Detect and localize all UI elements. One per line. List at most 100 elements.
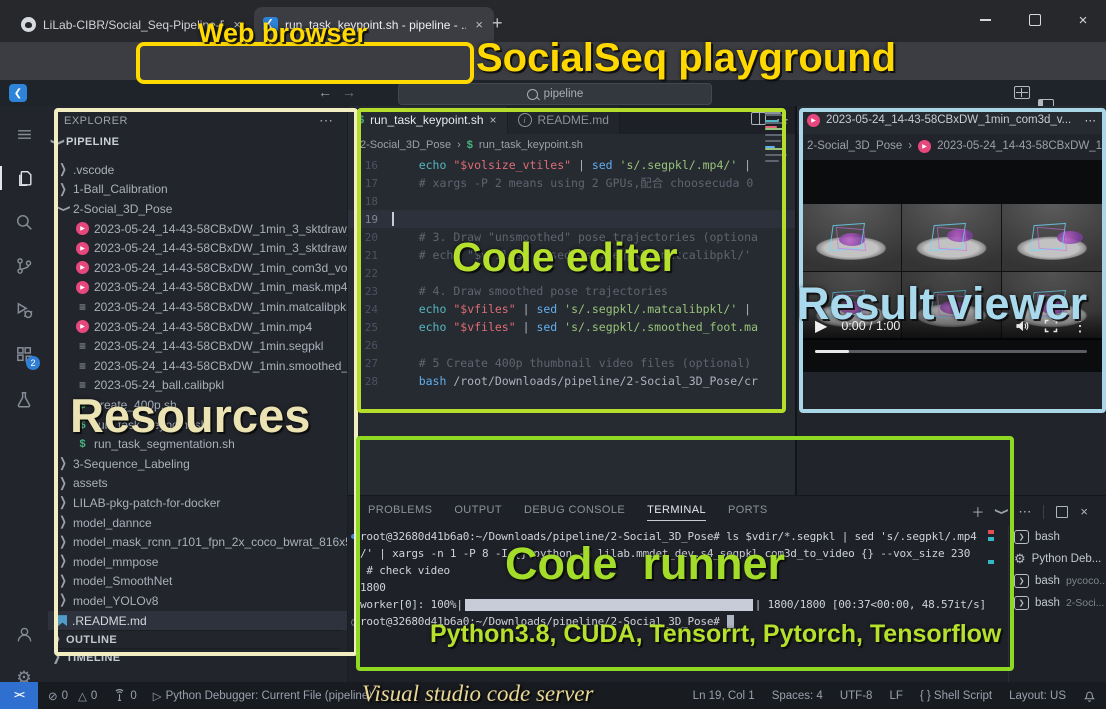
window-close-button[interactable]: ×	[1060, 0, 1106, 40]
debugger-status[interactable]: ▷ Python Debugger: Current File (pipelin…	[153, 689, 372, 703]
tree-item[interactable]: $create_400p.sh	[48, 395, 347, 415]
fullscreen-icon[interactable]	[1044, 319, 1058, 333]
new-terminal-icon[interactable]: ＋	[971, 502, 984, 521]
terminal-list-item[interactable]: ❯bash	[1014, 526, 1106, 548]
tree-item[interactable]: ❯model_mask_rcnn_r101_fpn_2x_coco_bwrat_…	[48, 532, 347, 552]
tree-item[interactable]: ▶2023-05-24_14-43-58CBxDW_1min_com3d_vol…	[48, 258, 347, 278]
tree-item[interactable]: ❯1-Ball_Calibration	[48, 180, 347, 200]
tree-item[interactable]: ▶2023-05-24_14-43-58CBxDW_1min.mp4	[48, 317, 347, 337]
tree-item[interactable]: ❯assets	[48, 474, 347, 494]
tree-item-label: create_400p.sh	[94, 398, 177, 412]
statusbar-item[interactable]: Ln 19, Col 1	[693, 690, 755, 702]
outline-section[interactable]: ❯ OUTLINE	[52, 630, 342, 648]
editor-tab[interactable]: $run_task_keypoint.sh×	[348, 106, 508, 134]
terminal-icon: ❯	[1014, 530, 1029, 544]
workspace-root[interactable]: ❯ PIPELINE	[52, 136, 119, 148]
bell-icon[interactable]	[1083, 689, 1096, 702]
tree-item[interactable]: ▶2023-05-24_14-43-58CBxDW_1min_3_sktdraw…	[48, 238, 347, 258]
test-beaker-icon[interactable]	[0, 380, 48, 420]
customize-layout-icon[interactable]	[1014, 86, 1030, 99]
window-minimize-button[interactable]	[962, 0, 1008, 40]
statusbar-item[interactable]: Spaces: 4	[772, 690, 823, 702]
run-debug-icon[interactable]	[0, 290, 48, 330]
command-center-search[interactable]: pipeline	[398, 83, 712, 105]
video-player[interactable]: ▶ 0:00 / 1:00 ⋮	[801, 160, 1102, 372]
panel-tab-ports[interactable]: PORTS	[728, 504, 768, 521]
volume-icon[interactable]	[1015, 319, 1030, 333]
breadcrumb-file[interactable]: 2023-05-24_14-43-58CBxDW_1	[937, 140, 1102, 152]
tree-item[interactable]: $run_task_segmentation.sh	[48, 434, 347, 454]
breadcrumb-folder[interactable]: 2-Social_3D_Pose	[807, 140, 902, 152]
statusbar-item[interactable]: Layout: US	[1009, 690, 1066, 702]
account-icon[interactable]	[0, 614, 48, 654]
close-panel-icon[interactable]: ×	[1080, 504, 1088, 519]
tree-item[interactable]: ❯model_mmpose	[48, 552, 347, 572]
terminal-list-item[interactable]: ❯bash2-Soci...	[1014, 592, 1106, 614]
panel-more-icon[interactable]: ⋯	[1018, 504, 1031, 520]
terminal-output[interactable]: root@32680d41b6a0:~/Downloads/pipeline/2…	[360, 528, 984, 678]
video-tab[interactable]: ▶ 2023-05-24_14-43-58CBxDW_1min_com3d_v.…	[797, 106, 1106, 134]
browser-tab[interactable]: LiLab-CIBR/Social_Seq-Pipeline-P...×	[12, 7, 252, 42]
video-kebab-icon[interactable]: ⋮	[1072, 316, 1088, 336]
search-sidebar-icon[interactable]	[0, 202, 48, 242]
code-line: 28 bash /root/Downloads/pipeline/2-Socia…	[348, 372, 795, 390]
close-tab-icon[interactable]: ×	[473, 17, 485, 32]
window-maximize-button[interactable]	[1012, 0, 1058, 40]
panel-tab-problems[interactable]: PROBLEMS	[368, 504, 432, 521]
explorer-icon[interactable]	[0, 158, 48, 198]
viewer-more-icon[interactable]: ⋯	[1085, 113, 1097, 127]
tree-item[interactable]: ❯3-Sequence_Labeling	[48, 454, 347, 474]
close-tab-icon[interactable]: ×	[490, 113, 497, 127]
code-server-logo-icon[interactable]: ❮	[9, 84, 27, 102]
close-tab-icon[interactable]: ×	[231, 17, 243, 32]
remote-indicator[interactable]: ><	[0, 682, 38, 709]
tree-item[interactable]: ≡2023-05-24_14-43-58CBxDW_1min.segpkl	[48, 336, 347, 356]
editor-tab[interactable]: iREADME.md	[508, 106, 620, 134]
panel-tab-output[interactable]: OUTPUT	[454, 504, 502, 521]
code-area[interactable]: 16 echo "$volsize_vtiles" | sed 's/.segp…	[348, 156, 795, 495]
tree-item[interactable]: ❯2-Social_3D_Pose	[48, 199, 347, 219]
tree-item[interactable]: ❯model_dannce	[48, 513, 347, 533]
editor-breadcrumb[interactable]: 2-Social_3D_Pose › $ run_task_keypoint.s…	[360, 136, 583, 154]
terminal-list-item[interactable]: ❯bashpycoco...	[1014, 570, 1106, 592]
minimap[interactable]	[765, 110, 791, 220]
statusbar-item[interactable]: LF	[889, 690, 902, 702]
viewer-breadcrumb[interactable]: 2-Social_3D_Pose › ▶ 2023-05-24_14-43-58…	[807, 136, 1102, 156]
tree-item[interactable]: ▶2023-05-24_14-43-58CBxDW_1min_3_sktdraw…	[48, 219, 347, 239]
tree-item[interactable]: ❯LILAB-pkg-patch-for-docker	[48, 493, 347, 513]
panel-tab-debug-console[interactable]: DEBUG CONSOLE	[524, 504, 625, 521]
chevron-down-icon[interactable]: ❯	[994, 507, 1008, 516]
code-token: |	[516, 302, 537, 316]
source-control-icon[interactable]	[0, 246, 48, 286]
tree-item[interactable]: $run_task_keypoint.sh	[48, 415, 347, 435]
tree-item[interactable]: ≡2023-05-24_14-43-58CBxDW_1min.matcalibp…	[48, 297, 347, 317]
timeline-section[interactable]: ❯ TIMELINE	[52, 648, 342, 666]
statusbar-item[interactable]: UTF-8	[840, 690, 873, 702]
panel-tab-terminal[interactable]: TERMINAL	[647, 504, 706, 521]
statusbar-item[interactable]: { } Shell Script	[920, 690, 992, 702]
tree-item[interactable]: ❯model_YOLOv8	[48, 591, 347, 611]
browser-tab[interactable]: run_task_keypoint.sh - pipeline - ...×	[254, 7, 494, 42]
problems-status[interactable]: ⊘0 △0	[48, 689, 97, 703]
nav-back-icon[interactable]: ←	[318, 84, 332, 100]
explorer-more-icon[interactable]: ⋯	[319, 112, 333, 129]
tree-item[interactable]: ≡2023-05-24_14-43-58CBxDW_1min.smoothed_…	[48, 356, 347, 376]
seek-bar[interactable]	[815, 350, 1087, 353]
nav-forward-icon[interactable]: →	[342, 84, 356, 100]
tree-item[interactable]: ❯.vscode	[48, 160, 347, 180]
shell-icon: $	[76, 438, 89, 451]
breadcrumb-file[interactable]: run_task_keypoint.sh	[479, 139, 583, 151]
new-tab-button[interactable]: +	[492, 13, 503, 34]
terminal-list-item[interactable]: ⚙Python Deb...	[1014, 548, 1106, 570]
tree-item[interactable]: .README.md	[48, 611, 347, 630]
breadcrumb-folder[interactable]: 2-Social_3D_Pose	[360, 139, 451, 151]
extensions-icon[interactable]: 2	[0, 334, 48, 374]
tree-item[interactable]: ≡2023-05-24_ball.calibpkl	[48, 376, 347, 396]
tree-item[interactable]: ▶2023-05-24_14-43-58CBxDW_1min_mask.mp4	[48, 278, 347, 298]
split-editor-icon[interactable]	[751, 112, 766, 125]
maximize-panel-icon[interactable]	[1056, 506, 1068, 518]
menu-icon[interactable]	[0, 114, 48, 154]
ports-status[interactable]: 0	[113, 689, 136, 702]
play-icon[interactable]: ▶	[815, 316, 827, 336]
tree-item[interactable]: ❯model_SmoothNet	[48, 572, 347, 592]
